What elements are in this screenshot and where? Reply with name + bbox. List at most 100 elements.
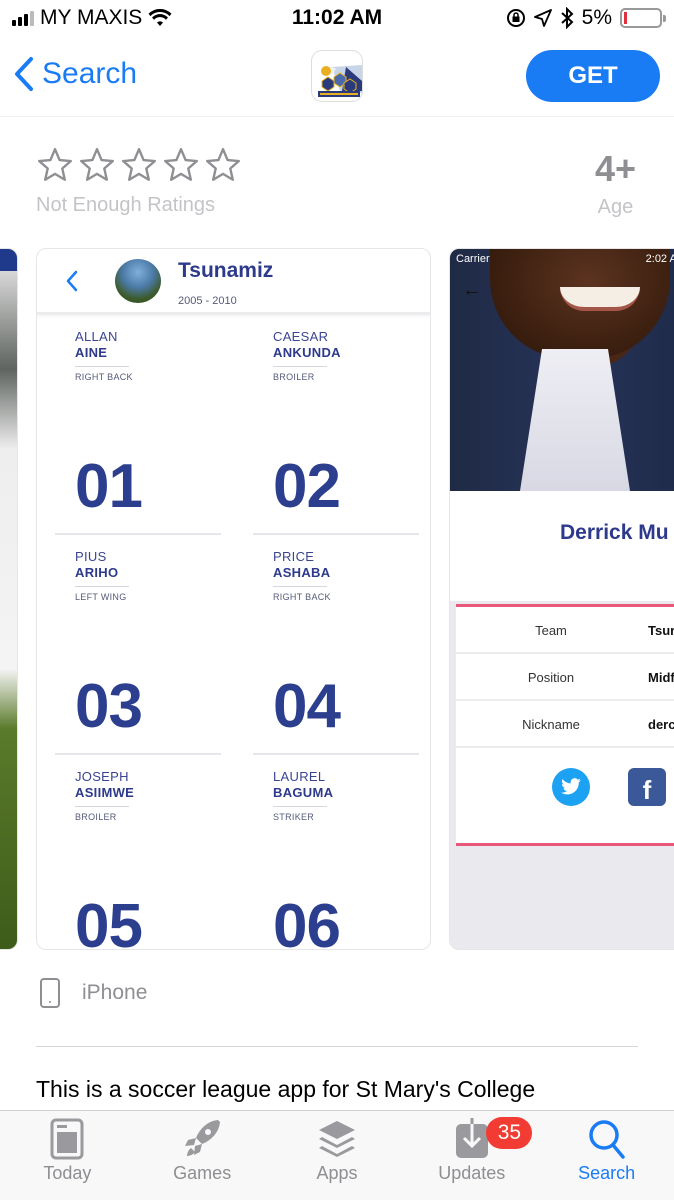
tab-today[interactable]: Today	[0, 1111, 135, 1200]
tab-games[interactable]: Games	[135, 1111, 270, 1200]
screenshot-player-profile[interactable]: Carrier 2:02 AM ← Derrick Mu Team Tsur P…	[449, 248, 674, 950]
ratings-section: Not Enough Ratings	[36, 146, 242, 217]
player-number: 04	[273, 672, 341, 741]
detail-row: Nickname derc	[456, 701, 674, 748]
player-number: 02	[273, 452, 341, 521]
player-position: RIGHT BACK	[273, 592, 331, 602]
player-row: ALLAN AINE RIGHT BACK CAESAR ANKUNDA BRO…	[37, 325, 430, 545]
player-last-name: ARIHO	[75, 565, 119, 580]
player-last-name: AINE	[75, 345, 108, 360]
screenshot-time: 2:02 AM	[645, 253, 674, 265]
player-last-name: ASHABA	[273, 565, 331, 580]
detail-key: Position	[527, 670, 575, 685]
star-icon	[163, 147, 199, 181]
detail-key: Team	[535, 623, 567, 638]
player-position: BROILER	[75, 812, 117, 822]
back-button[interactable]: Search	[14, 56, 137, 92]
player-first-name: CAESAR	[273, 329, 329, 344]
player-name: Derrick Mu	[560, 521, 669, 544]
detail-key: Nickname	[522, 717, 580, 732]
player-last-name: ASIIMWE	[75, 785, 135, 800]
arrow-left-icon: ←	[462, 279, 482, 301]
rocket-icon	[185, 1120, 221, 1156]
tab-search[interactable]: Search	[539, 1111, 674, 1200]
player-grid: ALLAN AINE RIGHT BACK CAESAR ANKUNDA BRO…	[37, 325, 430, 950]
team-name: Tsunamiz	[178, 259, 274, 282]
player-last-name: ANKUNDA	[273, 345, 341, 360]
screenshot-status-bar: Carrier 2:02 AM	[456, 253, 674, 265]
detail-value: derc	[648, 717, 674, 732]
team-photo	[115, 259, 161, 303]
age-value: 4+	[594, 148, 636, 189]
detail-row: Position Midf	[456, 654, 674, 701]
rotation-lock-icon	[506, 9, 525, 27]
player-last-name: BAGUMA	[273, 785, 334, 800]
player-row: PIUS ARIHO LEFT WING PRICE ASHABA RIGHT …	[37, 545, 430, 765]
player-first-name: PIUS	[75, 549, 107, 564]
player-name-area: Derrick Mu	[450, 491, 674, 601]
location-icon	[533, 9, 552, 27]
star-icon	[37, 147, 73, 181]
tab-label: Updates	[438, 1163, 506, 1183]
chevron-left-icon	[15, 57, 33, 91]
star-icon	[205, 147, 241, 181]
player-position: STRIKER	[273, 812, 315, 822]
detail-row: Team Tsur	[456, 607, 674, 654]
player-first-name: LAUREL	[273, 769, 326, 784]
age-label: Age	[597, 196, 634, 218]
social-links: f	[456, 748, 674, 838]
search-icon	[588, 1120, 625, 1159]
app-description: This is a soccer league app for St Mary'…	[36, 1076, 536, 1102]
device-label: iPhone	[82, 981, 148, 1004]
player-card: PRICE ASHABA RIGHT BACK	[273, 549, 430, 602]
chevron-left-icon	[66, 270, 78, 292]
player-number: 03	[75, 672, 143, 741]
back-label: Search	[42, 57, 138, 90]
player-first-name: ALLAN	[75, 329, 118, 344]
player-card: ALLAN AINE RIGHT BACK	[75, 329, 245, 382]
updates-badge: 35	[486, 1117, 533, 1149]
team-years: 2005 - 2010	[178, 295, 237, 307]
tab-label: Apps	[316, 1163, 358, 1183]
player-position: RIGHT BACK	[75, 372, 133, 382]
tab-label: Search	[578, 1163, 636, 1183]
tab-bar: Today Games Apps Updates 35 Search	[0, 1110, 674, 1200]
player-photo: Carrier 2:02 AM ←	[450, 249, 674, 491]
age-rating: 4+ Age	[595, 148, 636, 219]
player-details-card: Team Tsur Position Midf Nickname derc f	[456, 604, 674, 846]
today-icon	[50, 1118, 84, 1160]
tab-label: Today	[43, 1163, 92, 1183]
battery-icon	[620, 8, 666, 28]
tab-apps[interactable]: Apps	[270, 1111, 405, 1200]
divider	[36, 1046, 638, 1047]
detail-value: Midf	[648, 670, 674, 685]
iphone-icon	[40, 978, 60, 1008]
player-number: 01	[75, 452, 143, 521]
nav-bar: Search GET	[0, 44, 674, 110]
player-row: JOSEPH ASIIMWE BROILER LAUREL BAGUMA STR…	[37, 765, 430, 950]
layers-icon	[318, 1121, 355, 1157]
screenshot-previous[interactable]	[0, 248, 18, 950]
team-header: Tsunamiz 2005 - 2010	[37, 249, 430, 315]
player-position: LEFT WING	[75, 592, 127, 602]
tab-label: Games	[173, 1163, 232, 1183]
player-first-name: PRICE	[273, 549, 315, 564]
player-card: CAESAR ANKUNDA BROILER	[273, 329, 430, 382]
header-divider	[0, 116, 674, 117]
facebook-icon: f	[628, 768, 666, 806]
app-icon	[311, 50, 363, 102]
tab-updates[interactable]: Updates 35	[404, 1111, 539, 1200]
ratings-label: Not Enough Ratings	[36, 194, 216, 216]
detail-value: Tsur	[648, 623, 674, 638]
star-icon	[121, 147, 157, 181]
screenshot-carrier: Carrier	[456, 253, 490, 265]
player-number: 06	[273, 892, 341, 950]
get-button[interactable]: GET	[526, 50, 660, 102]
device-compatibility[interactable]: iPhone	[40, 978, 147, 1008]
screenshot-team-roster[interactable]: Tsunamiz 2005 - 2010 ALLAN AINE RIGHT BA…	[36, 248, 431, 950]
player-position: BROILER	[273, 372, 315, 382]
download-icon	[455, 1118, 488, 1158]
twitter-icon	[552, 768, 590, 806]
player-card: JOSEPH ASIIMWE BROILER	[75, 769, 245, 822]
star-rating	[36, 146, 242, 184]
